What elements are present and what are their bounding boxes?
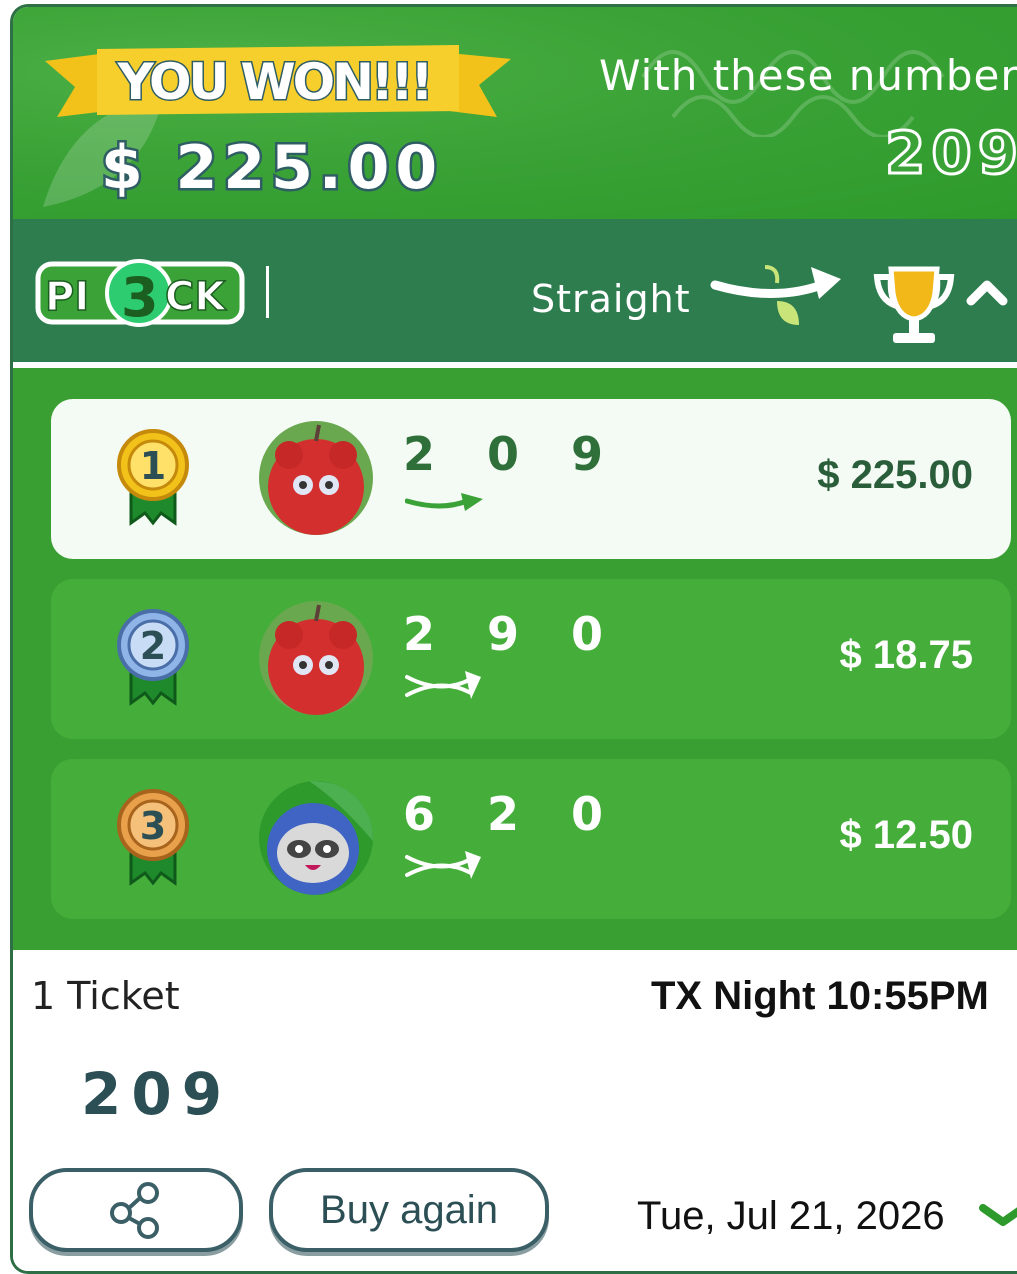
prize-row[interactable]: 1 2 0 9 $ 225.00 <box>51 399 1011 559</box>
ticket-number: 209 <box>81 1060 233 1128</box>
game-bar: PI 3 CK Straight <box>13 219 1017 368</box>
apple-bear-avatar <box>259 601 373 715</box>
you-won-headline: YOU WON!!! <box>116 52 435 113</box>
prize-numbers: 2 0 9 <box>403 427 622 481</box>
with-numbers-label: With these numbers <box>599 51 1017 100</box>
silver-medal-icon: 2 <box>117 609 189 706</box>
prize-row[interactable]: 2 2 9 0 $ 18.75 <box>51 579 1011 739</box>
pick3-logo: PI 3 CK <box>35 259 245 329</box>
chevron-up-icon[interactable] <box>965 277 1009 307</box>
prize-amount: $ 12.50 <box>839 813 973 857</box>
straight-arrow-icon <box>710 265 841 325</box>
svg-text:PI: PI <box>45 274 89 320</box>
share-button[interactable] <box>29 1168 243 1252</box>
divider <box>266 266 269 318</box>
bet-type-label: Straight <box>531 277 691 321</box>
bronze-medal-icon: 3 <box>117 789 189 886</box>
trophy-icon[interactable] <box>871 263 957 349</box>
prize-numbers: 6 2 0 <box>403 787 622 841</box>
buy-again-button[interactable]: Buy again <box>269 1168 549 1252</box>
medal-rank: 1 <box>140 444 166 488</box>
svg-text:CK: CK <box>165 274 227 320</box>
draw-name: TX Night 10:55PM <box>651 974 989 1018</box>
prize-list: 1 2 0 9 $ 225.00 2 2 9 0 $ 18.75 3 6 2 0… <box>13 368 1017 950</box>
medal-rank: 3 <box>140 804 166 848</box>
winning-number: 209 <box>883 118 1017 189</box>
prize-numbers: 2 9 0 <box>403 607 622 661</box>
apple-bear-avatar <box>259 421 373 535</box>
box-play-icon <box>405 851 481 879</box>
svg-text:3: 3 <box>121 266 159 329</box>
ticket-footer: 1 Ticket TX Night 10:55PM 209 Buy again … <box>13 950 1017 1271</box>
win-banner: YOU WON!!! $ 225.00 With these numbers 2… <box>13 7 1017 219</box>
ticket-count: 1 Ticket <box>31 974 180 1018</box>
result-card: YOU WON!!! $ 225.00 With these numbers 2… <box>10 4 1017 1274</box>
draw-date: Tue, Jul 21, 2026 <box>637 1194 945 1238</box>
box-play-icon <box>405 671 481 699</box>
sloth-avatar <box>259 781 373 895</box>
medal-rank: 2 <box>140 624 166 668</box>
prize-amount: $ 225.00 <box>817 453 973 497</box>
straight-play-icon <box>405 493 483 511</box>
gold-medal-icon: 1 <box>117 429 189 526</box>
chevron-down-icon[interactable] <box>977 1200 1017 1230</box>
prize-amount: $ 18.75 <box>839 633 973 677</box>
share-icon <box>110 1182 159 1239</box>
won-amount: $ 225.00 <box>98 131 444 206</box>
prize-row[interactable]: 3 6 2 0 $ 12.50 <box>51 759 1011 919</box>
